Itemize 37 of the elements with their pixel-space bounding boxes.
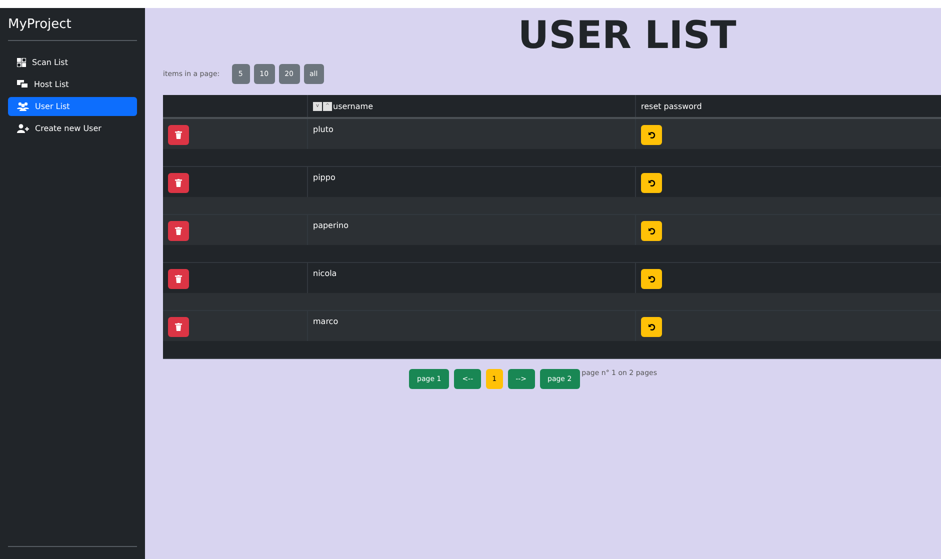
trash-icon	[175, 131, 182, 139]
sidebar-item[interactable]: Scan List	[8, 53, 137, 72]
brand-title: MyProject	[8, 8, 137, 41]
table-cell-text: nicola	[313, 268, 337, 278]
table-cell-text: marco	[313, 316, 338, 326]
reset-password-button[interactable]	[641, 317, 662, 337]
table-cell-text: paperino	[313, 220, 348, 230]
add-user-icon	[17, 124, 29, 133]
page-title: USER LIST	[517, 12, 738, 59]
trash-icon	[175, 227, 182, 235]
reset-password-button[interactable]	[641, 269, 662, 289]
trash-icon	[175, 275, 182, 283]
undo-icon	[648, 323, 656, 331]
sidebar-item[interactable]: Create new User	[8, 119, 137, 138]
trash-icon	[175, 323, 182, 331]
undo-icon	[648, 275, 656, 283]
column-header: reset password	[641, 102, 702, 110]
delete-button[interactable]	[168, 269, 189, 289]
reset-password-button[interactable]	[641, 221, 662, 241]
delete-button[interactable]	[168, 173, 189, 193]
grid-icon	[17, 58, 26, 67]
sidebar-item[interactable]: User List	[8, 97, 137, 116]
reset-password-button[interactable]	[641, 173, 662, 193]
table-cell-text: pluto	[313, 124, 334, 134]
delete-button[interactable]	[168, 317, 189, 337]
users-icon	[17, 102, 29, 111]
trash-icon	[175, 179, 182, 187]
computers-icon	[17, 80, 28, 89]
column-header: username	[333, 102, 373, 110]
delete-button[interactable]	[168, 125, 189, 145]
reset-password-button[interactable]	[641, 125, 662, 145]
undo-icon	[648, 179, 656, 187]
undo-icon	[648, 227, 656, 235]
sidebar-item[interactable]: Host List	[8, 75, 137, 94]
undo-icon	[648, 131, 656, 139]
table-cell-text: pippo	[313, 172, 336, 182]
delete-button[interactable]	[168, 221, 189, 241]
